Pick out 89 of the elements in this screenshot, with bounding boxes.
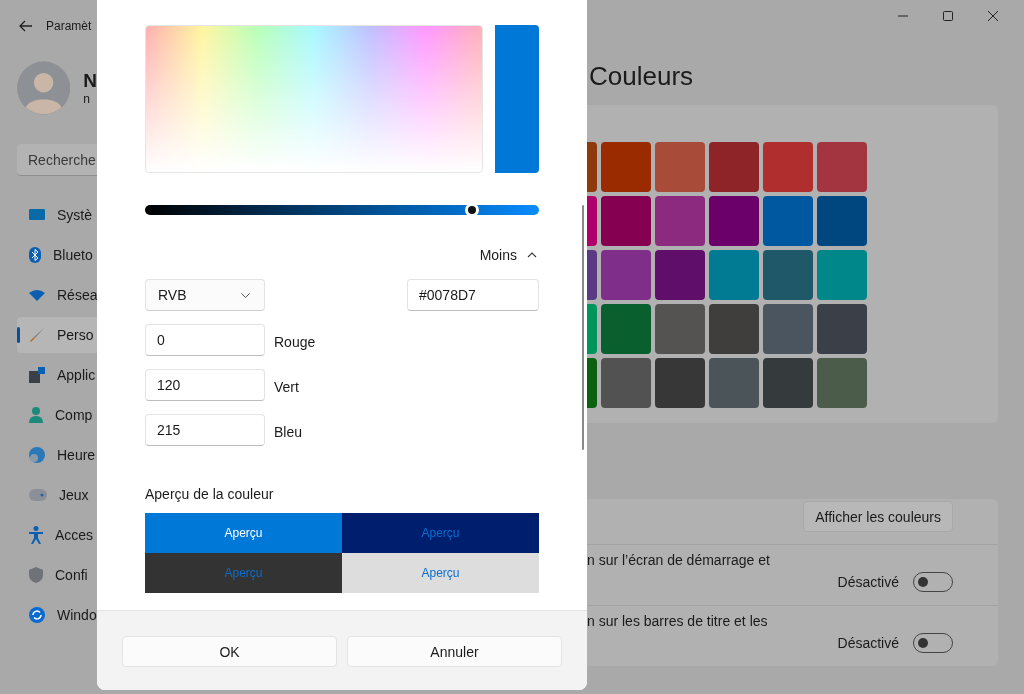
channel-label: Rouge bbox=[274, 333, 316, 350]
shield-icon bbox=[29, 567, 43, 583]
gamepad-icon bbox=[29, 489, 47, 501]
accessibility-icon bbox=[29, 526, 43, 544]
color-swatch[interactable] bbox=[587, 304, 597, 354]
color-swatch[interactable] bbox=[817, 196, 867, 246]
color-swatch[interactable] bbox=[601, 142, 651, 192]
toggle-state: Désactivé bbox=[837, 634, 899, 651]
color-swatch[interactable] bbox=[709, 196, 759, 246]
apps-icon bbox=[29, 367, 45, 383]
account-name: N bbox=[83, 70, 97, 92]
color-swatch[interactable] bbox=[763, 358, 813, 408]
toggle-state: Désactivé bbox=[837, 573, 899, 590]
color-swatch[interactable] bbox=[655, 142, 705, 192]
sidebar-item[interactable]: Heure bbox=[17, 437, 97, 473]
color-swatch[interactable] bbox=[601, 250, 651, 300]
account-email: n bbox=[83, 92, 90, 106]
color-swatch[interactable] bbox=[709, 358, 759, 408]
color-swatch[interactable] bbox=[655, 304, 705, 354]
sidebar-item[interactable]: Acces bbox=[17, 517, 97, 553]
color-swatch[interactable] bbox=[601, 304, 651, 354]
color-swatch[interactable] bbox=[655, 196, 705, 246]
person-icon bbox=[29, 407, 43, 423]
sidebar-item[interactable]: Perso bbox=[17, 317, 97, 353]
back-arrow-icon[interactable] bbox=[19, 20, 33, 32]
brush-icon bbox=[29, 327, 45, 343]
color-swatch[interactable] bbox=[709, 142, 759, 192]
channel-field[interactable]: 120 bbox=[145, 369, 265, 401]
minimize-icon[interactable] bbox=[898, 15, 908, 17]
caret-icon bbox=[527, 252, 537, 258]
color-swatch[interactable] bbox=[817, 358, 867, 408]
avatar bbox=[17, 58, 71, 118]
expander-button[interactable]: Moins bbox=[477, 243, 539, 267]
color-swatch[interactable] bbox=[601, 358, 651, 408]
dialog-button[interactable]: Annuler bbox=[347, 636, 562, 667]
color-swatch[interactable] bbox=[655, 250, 705, 300]
search-field[interactable]: Recherche bbox=[17, 144, 97, 176]
sidebar-item[interactable]: Comp bbox=[17, 397, 97, 433]
preview-title: Aperçu de la couleur bbox=[145, 486, 275, 502]
color-swatch[interactable] bbox=[709, 304, 759, 354]
window-title: Paramèt bbox=[46, 19, 92, 33]
bluetooth-icon bbox=[29, 247, 41, 263]
preview-swatch: Aperçu bbox=[342, 553, 539, 593]
sidebar-item[interactable]: Applic bbox=[17, 357, 97, 393]
channel-field[interactable]: 215 bbox=[145, 414, 265, 446]
dialog-button[interactable]: OK bbox=[122, 636, 337, 667]
show-colors-button[interactable]: Afficher les couleurs bbox=[803, 501, 953, 532]
channel-label: Bleu bbox=[274, 423, 303, 440]
close-icon[interactable] bbox=[988, 11, 998, 21]
color-swatch[interactable] bbox=[587, 196, 597, 246]
color-swatch[interactable] bbox=[601, 196, 651, 246]
globe-clock-icon bbox=[29, 447, 45, 463]
sidebar-item[interactable]: Confi bbox=[17, 557, 97, 593]
color-swatch[interactable] bbox=[763, 304, 813, 354]
color-swatch[interactable] bbox=[817, 304, 867, 354]
channel-label: Vert bbox=[274, 378, 299, 395]
sidebar-item[interactable]: Jeux bbox=[17, 477, 97, 513]
value-slider[interactable] bbox=[145, 205, 539, 215]
color-swatch[interactable] bbox=[817, 142, 867, 192]
maximize-icon[interactable] bbox=[943, 11, 953, 21]
color-swatch[interactable] bbox=[587, 250, 597, 300]
preview-swatch: Aperçu bbox=[342, 513, 539, 553]
channel-field[interactable]: 0 bbox=[145, 324, 265, 356]
preview-swatch: Aperçu bbox=[145, 553, 342, 593]
sidebar-item[interactable]: Windo bbox=[17, 597, 97, 633]
slider-thumb[interactable] bbox=[465, 203, 479, 217]
color-model-dropdown[interactable]: RVB bbox=[145, 279, 265, 311]
color-spectrum[interactable] bbox=[145, 25, 483, 173]
page-title: Couleurs bbox=[589, 61, 695, 91]
color-swatch[interactable] bbox=[763, 142, 813, 192]
monitor-icon bbox=[29, 209, 45, 221]
preview-swatch: Aperçu bbox=[145, 513, 342, 553]
color-swatch[interactable] bbox=[587, 142, 597, 192]
chevron-down-icon bbox=[241, 292, 250, 298]
scrollbar[interactable] bbox=[582, 205, 584, 450]
hex-field[interactable]: #0078D7 bbox=[407, 279, 539, 311]
color-swatch[interactable] bbox=[587, 358, 597, 408]
sidebar-item[interactable]: Résea bbox=[17, 277, 97, 313]
color-swatch[interactable] bbox=[709, 250, 759, 300]
color-swatch[interactable] bbox=[655, 358, 705, 408]
update-icon bbox=[29, 607, 45, 623]
color-swatch[interactable] bbox=[763, 250, 813, 300]
color-swatch[interactable] bbox=[763, 196, 813, 246]
setting-label: n sur les barres de titre et les bbox=[587, 612, 769, 629]
wifi-icon bbox=[29, 289, 45, 301]
setting-label: n sur l’écran de démarrage et bbox=[587, 551, 771, 568]
sidebar-item[interactable]: Systè bbox=[17, 197, 97, 233]
sidebar-item[interactable]: Blueto bbox=[17, 237, 97, 273]
color-swatch[interactable] bbox=[817, 250, 867, 300]
